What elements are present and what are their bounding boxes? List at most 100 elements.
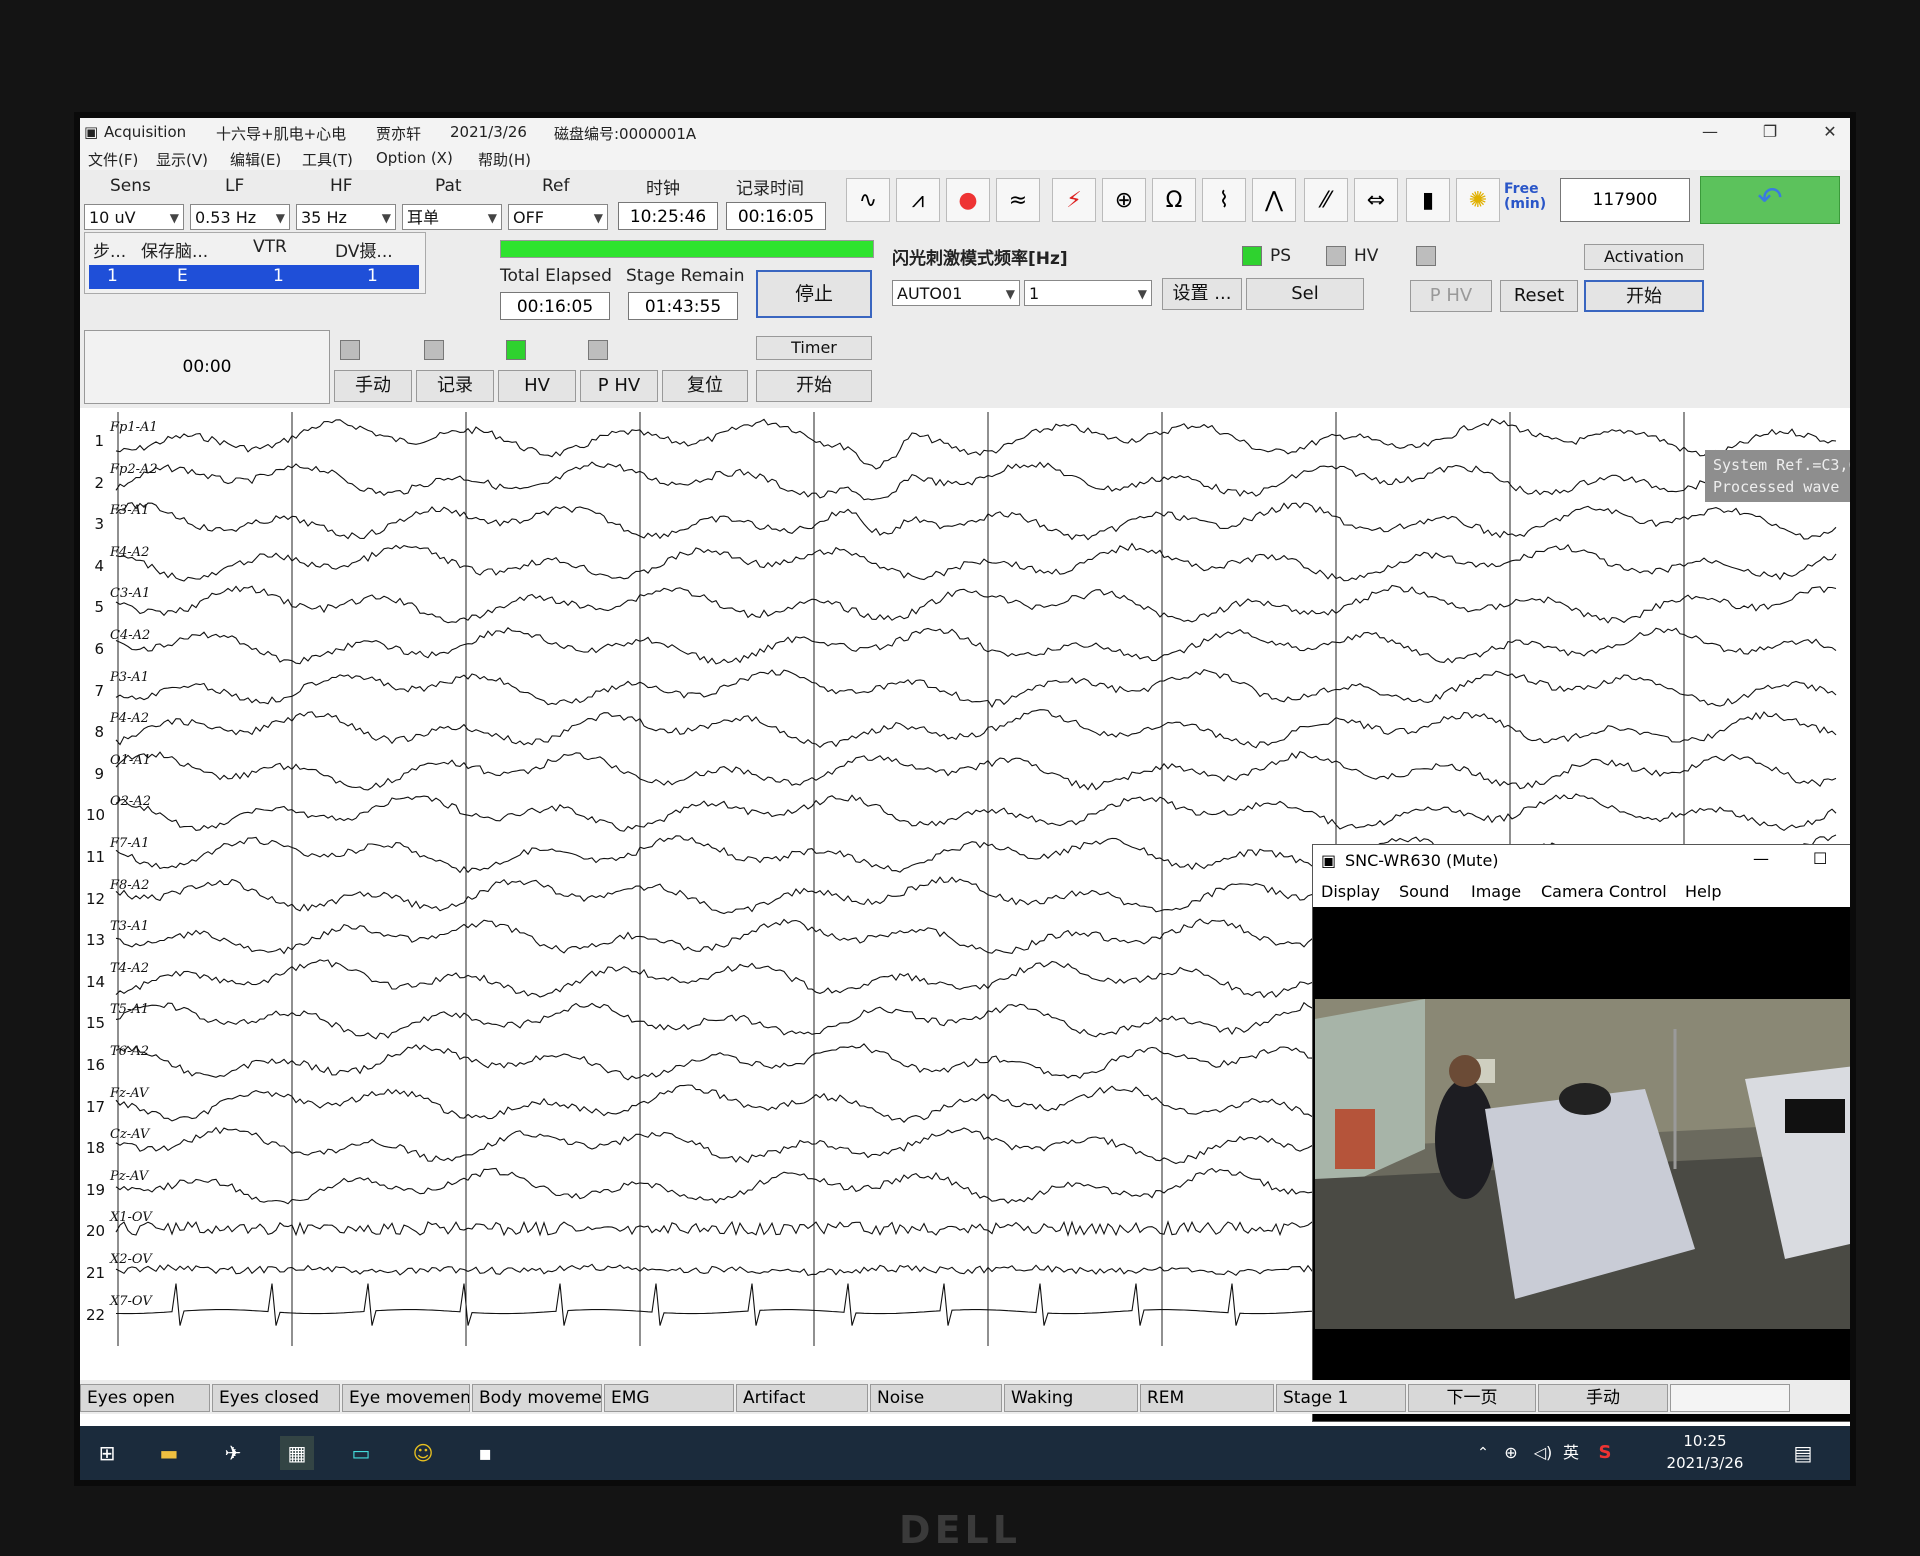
channel-label[interactable]: X2-OV [110, 1252, 152, 1267]
channel-label[interactable]: T6-A2 [110, 1044, 149, 1059]
hf-select[interactable]: 35 Hz ▼ [296, 204, 396, 230]
next-page-button[interactable]: 下一页 [1408, 1384, 1536, 1412]
channel-label[interactable]: C4-A2 [110, 628, 150, 643]
network-icon[interactable]: ⊕ [1494, 1436, 1528, 1470]
timer-button[interactable]: Timer [756, 336, 872, 360]
phv-button[interactable]: P HV [1410, 280, 1492, 312]
camera-window[interactable]: ▣ SNC-WR630 (Mute) — ☐ ✕ Display Sound I… [1312, 844, 1850, 1422]
back-arrow-icon[interactable]: ↶ [1700, 176, 1840, 224]
acquisition-task-icon[interactable]: ▦ [280, 1436, 314, 1470]
camera-menu-display[interactable]: Display [1321, 882, 1380, 901]
event-waking[interactable]: Waking [1004, 1384, 1138, 1412]
menu-edit[interactable]: 编辑(E) [230, 149, 281, 170]
photic-mode-select[interactable]: AUTO01 ▼ [892, 280, 1020, 306]
camera-menu-sound[interactable]: Sound [1399, 882, 1449, 901]
analysis-icon[interactable]: ≈ [996, 178, 1040, 222]
menu-tools[interactable]: 工具(T) [302, 149, 353, 170]
photic-freq-select[interactable]: 1 ▼ [1024, 280, 1152, 306]
event-eye-movement[interactable]: Eye movemen [342, 1384, 470, 1412]
hv-button[interactable]: HV [498, 370, 576, 402]
channel-label[interactable]: P4-A2 [110, 711, 149, 726]
input-method-icon[interactable]: S [1588, 1436, 1622, 1470]
event-eyes-closed[interactable]: Eyes closed [212, 1384, 340, 1412]
channel-label[interactable]: Fp1-A1 [110, 420, 158, 435]
sens-select[interactable]: 10 uV ▼ [84, 204, 184, 230]
ref-select[interactable]: OFF ▼ [508, 204, 608, 230]
camera-menu-help[interactable]: Help [1685, 882, 1721, 901]
channel-label[interactable]: Cz-AV [110, 1127, 149, 1142]
channel-label[interactable]: Pz-AV [110, 1169, 148, 1184]
lamp-icon[interactable]: ✺ [1456, 178, 1500, 222]
channel-label[interactable]: Fz-AV [110, 1086, 148, 1101]
taskbar-clock[interactable]: 10:25 2021/3/26 [1640, 1430, 1770, 1474]
camera-menu-control[interactable]: Camera Control [1541, 882, 1667, 901]
channel-label[interactable]: F7-A1 [110, 836, 149, 851]
event-body-movement[interactable]: Body moveme [472, 1384, 602, 1412]
camera-maximize-button[interactable]: ☐ [1813, 849, 1827, 868]
channel-label[interactable]: O1-A1 [110, 753, 151, 768]
electrode-grid-icon[interactable]: ⊕ [1102, 178, 1146, 222]
windows-start-icon[interactable]: ⊞ [90, 1436, 124, 1470]
phv-checkbox[interactable] [588, 340, 608, 360]
event-blank[interactable] [1670, 1384, 1790, 1412]
channel-label[interactable]: T3-A1 [110, 919, 149, 934]
lf-select[interactable]: 0.53 Hz ▼ [190, 204, 290, 230]
menu-view[interactable]: 显示(V) [156, 149, 208, 170]
channel-label[interactable]: O2-A2 [110, 794, 151, 809]
hv-checkbox[interactable] [1326, 246, 1346, 266]
channel-label[interactable]: P3-A1 [110, 670, 149, 685]
manual-start-button[interactable]: 开始 [756, 370, 872, 402]
brain-map-icon[interactable]: ● [946, 178, 990, 222]
menu-option[interactable]: Option (X) [376, 149, 453, 167]
camera-minimize-button[interactable]: — [1753, 849, 1769, 868]
pat-select[interactable]: 耳单 ▼ [402, 204, 502, 230]
manual-button[interactable]: 手动 [334, 370, 412, 402]
expand-icon[interactable]: ⇔ [1354, 178, 1398, 222]
activation-button[interactable]: Activation [1584, 244, 1704, 270]
stop-button[interactable]: 停止 [756, 270, 872, 318]
event-manual[interactable]: 手动 [1538, 1384, 1668, 1412]
notification-icon[interactable]: ▤ [1786, 1436, 1820, 1470]
channel-label[interactable]: T5-A1 [110, 1002, 149, 1017]
spectrum-icon[interactable]: ⩘ [896, 178, 940, 222]
patient-task-icon[interactable]: ☺ [406, 1436, 440, 1470]
camera-task-icon[interactable]: ▭ [344, 1436, 378, 1470]
event-rem[interactable]: REM [1140, 1384, 1274, 1412]
impedance-icon[interactable]: Ω [1152, 178, 1196, 222]
event-artifact[interactable]: Artifact [736, 1384, 868, 1412]
record-checkbox[interactable] [424, 340, 444, 360]
photic-on-icon[interactable]: ⚡ [1052, 178, 1096, 222]
channel-label[interactable]: T4-A2 [110, 961, 149, 976]
minimize-button[interactable]: — [1690, 120, 1730, 144]
event-eyes-open[interactable]: Eyes open [80, 1384, 210, 1412]
event-noise[interactable]: Noise [870, 1384, 1002, 1412]
channel-label[interactable]: Fp2-A2 [110, 462, 158, 477]
window-task-icon[interactable]: ▪ [468, 1436, 502, 1470]
patient-info-icon[interactable]: ▮ [1406, 178, 1450, 222]
reset-button[interactable]: Reset [1500, 280, 1578, 312]
menu-help[interactable]: 帮助(H) [478, 149, 531, 170]
signal-icon[interactable]: ⋀ [1252, 178, 1296, 222]
close-button[interactable]: ✕ [1810, 120, 1850, 144]
waveform-icon[interactable]: ∿ [846, 178, 890, 222]
channel-label[interactable]: F4-A2 [110, 545, 149, 560]
channel-label[interactable]: F3-A1 [110, 503, 149, 518]
hv-indicator[interactable] [506, 340, 526, 360]
event-stage-1[interactable]: Stage 1 [1276, 1384, 1406, 1412]
ime-indicator[interactable]: 英 [1554, 1436, 1588, 1470]
file-explorer-icon[interactable]: ▬ [152, 1436, 186, 1470]
app-launcher-icon[interactable]: ✈ [216, 1436, 250, 1470]
extra-checkbox[interactable] [1416, 246, 1436, 266]
manual-checkbox[interactable] [340, 340, 360, 360]
slash-icon[interactable]: ⁄⁄ [1304, 178, 1348, 222]
p-hv-button[interactable]: P HV [580, 370, 658, 402]
record-button[interactable]: 记录 [416, 370, 494, 402]
restore-button[interactable]: ❐ [1750, 120, 1790, 144]
camera-menu-image[interactable]: Image [1471, 882, 1521, 901]
ps-checkbox[interactable] [1242, 246, 1262, 266]
channel-label[interactable]: X1-OV [110, 1210, 152, 1225]
photic-setup-button[interactable]: 设置 ... [1162, 278, 1242, 310]
menu-file[interactable]: 文件(F) [88, 149, 138, 170]
steps-row-selected[interactable]: 1 E 1 1 [89, 265, 419, 289]
channel-label[interactable]: F8-A2 [110, 878, 149, 893]
